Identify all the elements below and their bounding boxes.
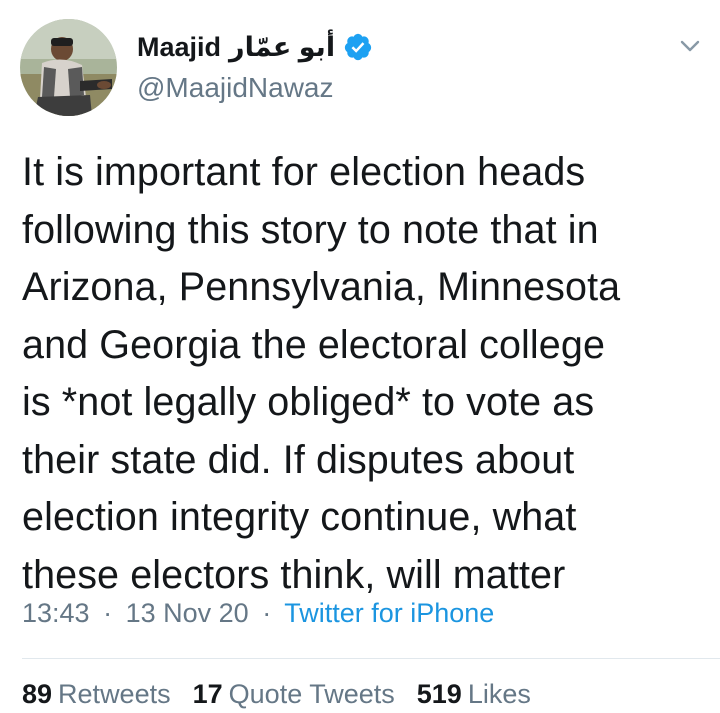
tweet-text-line: is *not legally obliged* to vote as (22, 380, 595, 424)
tweet-text-line: and Georgia the electoral college (22, 322, 606, 367)
likes-stat[interactable]: 519 Likes (417, 679, 531, 710)
verified-badge-icon (343, 32, 373, 62)
tweet-text-line: these electors think, will matter (22, 552, 566, 597)
likes-label: Likes (467, 679, 531, 709)
tweet-time[interactable]: 13:43 (22, 598, 90, 628)
author-name-row[interactable]: Maajid أبو عمّار (137, 27, 373, 67)
tweet-source-link[interactable]: Twitter for iPhone (284, 598, 494, 628)
meta-separator: · (262, 598, 272, 628)
tweet-date[interactable]: 13 Nov 20 (126, 598, 249, 628)
divider (22, 658, 720, 659)
quote-tweets-label: Quote Tweets (228, 679, 395, 709)
tweet-text-line: following this story to note that in (22, 207, 599, 252)
meta-separator: · (103, 598, 113, 628)
quote-tweets-stat[interactable]: 17 Quote Tweets (193, 679, 395, 710)
avatar[interactable] (20, 19, 117, 116)
retweets-label: Retweets (58, 679, 171, 709)
avatar-image (20, 19, 117, 116)
tweet-text: It is important for election heads follo… (22, 144, 702, 604)
quote-tweets-count: 17 (192, 679, 223, 709)
display-name[interactable]: Maajid (137, 32, 221, 63)
chevron-down-icon[interactable] (676, 32, 704, 60)
tweet-text-line: Arizona, Pennsylvania, Minnesota (22, 265, 621, 309)
tweet-card: Maajid أبو عمّار @MaajidNawaz It is impo… (0, 0, 720, 713)
retweets-stat[interactable]: 89 Retweets (22, 679, 171, 710)
tweet-text-line: their state did. If disputes about (22, 437, 575, 482)
arabic-name[interactable]: أبو عمّار (229, 32, 335, 63)
likes-count: 519 (416, 679, 462, 709)
tweet-text-line: It is important for election heads (22, 150, 586, 194)
retweets-count: 89 (22, 679, 53, 709)
tweet-text-line: election integrity continue, what (22, 495, 577, 539)
tweet-meta: 13:43 · 13 Nov 20 · Twitter for iPhone (22, 598, 494, 629)
author-handle[interactable]: @MaajidNawaz (137, 72, 334, 104)
tweet-stats: 89 Retweets 17 Quote Tweets 519 Likes (22, 679, 553, 710)
